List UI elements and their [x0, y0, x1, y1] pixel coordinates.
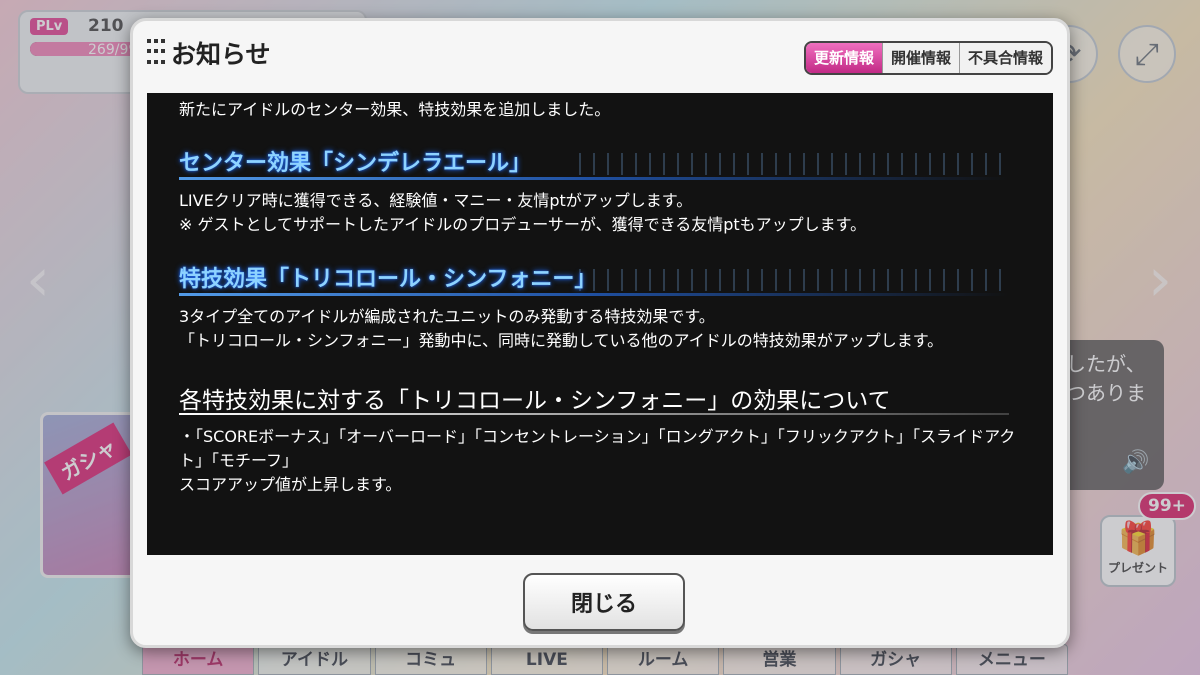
subsection-line: ・「SCOREボーナス」「オーバーロード」「コンセントレーション」「ロングアクト… — [179, 427, 1016, 470]
subsection-heading: 各特技効果に対する「トリコロール・シンフォニー」の効果について — [179, 381, 1025, 417]
tab-events[interactable]: 開催情報 — [882, 43, 960, 73]
section-title: センター効果「シンデレラエール」 — [179, 151, 532, 176]
subsection-title: 各特技効果に対する「トリコロール・シンフォニー」の効果について — [179, 388, 891, 414]
grip-icon — [147, 39, 165, 67]
section-title: 特技効果「トリコロール・シンフォニー」 — [179, 267, 597, 292]
notice-dialog: お知らせ 更新情報 開催情報 不具合情報 新たにアイドルのセンター効果、特技効果… — [130, 18, 1070, 648]
section-line: LIVEクリア時に獲得できる、経験値・マニー・友情ptがアップします。 — [179, 191, 693, 210]
notice-tabs: 更新情報 開催情報 不具合情報 — [803, 41, 1053, 75]
tab-updates[interactable]: 更新情報 — [805, 43, 883, 73]
close-button[interactable]: 閉じる — [523, 573, 685, 631]
intro-text: 新たにアイドルのセンター効果、特技効果を追加しました。 — [179, 100, 611, 119]
section-heading-skill-effect: 特技効果「トリコロール・シンフォニー」 — [179, 261, 1025, 301]
section-line: ※ ゲストとしてサポートしたアイドルのプロデューサーが、獲得できる友情ptもアッ… — [179, 215, 867, 234]
dialog-title: お知らせ — [171, 40, 271, 69]
section-line: 「トリコロール・シンフォニー」発動中に、同時に発動している他のアイドルの特技効果… — [179, 331, 944, 350]
subsection-underline — [179, 413, 1009, 415]
section-line: 3タイプ全てのアイドルが編成されたユニットのみ発動する特技効果です。 — [179, 307, 715, 326]
dialog-header: お知らせ 更新情報 開催情報 不具合情報 — [133, 21, 1067, 91]
section-heading-center-effect: センター効果「シンデレラエール」 — [179, 145, 1025, 185]
subsection-line: スコアアップ値が上昇します。 — [179, 475, 402, 494]
section-underline — [179, 293, 1009, 296]
sparkle-decoration — [579, 153, 1009, 175]
notice-content[interactable]: 新たにアイドルのセンター効果、特技効果を追加しました。 センター効果「シンデレラ… — [147, 93, 1053, 555]
section-underline — [179, 177, 1009, 180]
tab-bugs[interactable]: 不具合情報 — [959, 43, 1051, 73]
sparkle-decoration — [579, 269, 1009, 291]
